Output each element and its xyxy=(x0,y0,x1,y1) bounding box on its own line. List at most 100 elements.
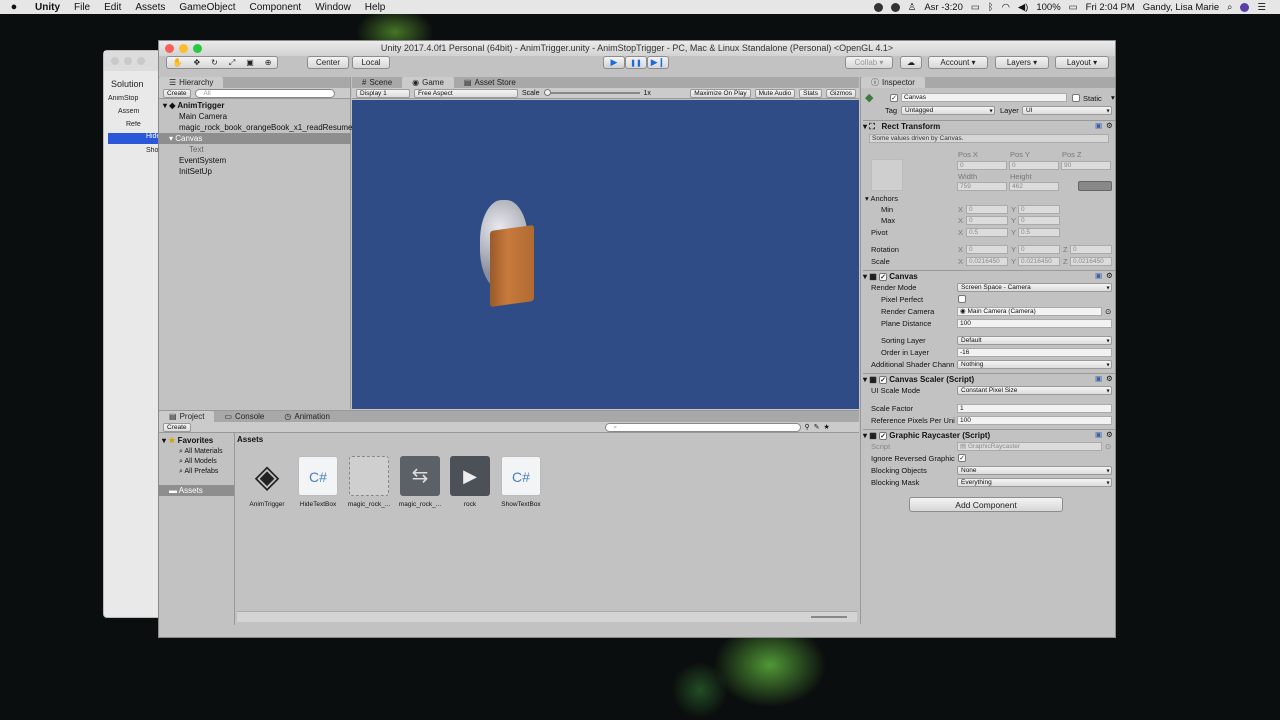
anchor-max-x-field[interactable]: 0 xyxy=(966,216,1008,225)
menu-assets[interactable]: Assets xyxy=(128,2,172,13)
project-create-dropdown[interactable]: Create xyxy=(163,422,191,432)
hierarchy-item-selected[interactable]: ▾ Canvas xyxy=(159,133,351,144)
record-icon[interactable] xyxy=(873,2,883,12)
static-dropdown-arrow[interactable]: ▾ xyxy=(1111,93,1115,102)
reference-pixels-field[interactable]: 100 xyxy=(957,416,1112,425)
rotate-tool-icon[interactable]: ↻ xyxy=(211,58,218,67)
game-viewport[interactable] xyxy=(352,100,859,409)
step-button[interactable]: ▶❙ xyxy=(647,56,669,69)
sorting-layer-dropdown[interactable]: Default xyxy=(957,336,1112,345)
solution-item[interactable]: Refe xyxy=(108,121,164,132)
aspect-dropdown[interactable]: Free Aspect xyxy=(414,88,518,98)
width-field[interactable]: 759 xyxy=(957,182,1007,191)
transform-tool-icon[interactable]: ⊕ xyxy=(265,58,272,67)
solution-item[interactable]: Show xyxy=(108,147,164,158)
object-picker-icon[interactable]: ⊙ xyxy=(1105,307,1111,316)
scale-slider[interactable] xyxy=(543,89,640,96)
hierarchy-item[interactable]: magic_rock_book_orangeBook_x1_readResume xyxy=(159,122,352,133)
help-icon[interactable]: ▣ xyxy=(1095,121,1102,130)
blocking-objects-dropdown[interactable]: None xyxy=(957,466,1112,475)
tab-project[interactable]: ▤ Project xyxy=(159,411,215,422)
solution-item[interactable]: AnimStop xyxy=(108,95,164,106)
wifi-icon[interactable]: ◠ xyxy=(1002,2,1010,13)
solution-item-selected[interactable]: Hide xyxy=(108,133,164,144)
rect-tool-icon[interactable]: ▣ xyxy=(246,58,254,67)
menu-edit[interactable]: Edit xyxy=(97,2,128,13)
maximize-on-play-toggle[interactable]: Maximize On Play xyxy=(690,88,751,98)
layers-dropdown[interactable]: Layers ▾ xyxy=(995,56,1049,69)
rotation-z-field[interactable]: 0 xyxy=(1070,245,1112,254)
gear-icon[interactable]: ⚙ xyxy=(1106,271,1113,280)
render-mode-dropdown[interactable]: Screen Space - Camera xyxy=(957,283,1112,292)
tab-inspector[interactable]: ⓘ Inspector xyxy=(861,77,925,88)
gear-icon[interactable]: ⚙ xyxy=(1106,374,1113,383)
anchor-max-y-field[interactable]: 0 xyxy=(1018,216,1060,225)
gizmos-dropdown[interactable]: Gizmos xyxy=(825,88,856,98)
battery-percent[interactable]: 100% xyxy=(1036,2,1060,13)
canvas-enabled-checkbox[interactable]: ✓ xyxy=(879,273,888,281)
render-camera-field[interactable]: ◉ Main Camera (Camera) xyxy=(957,307,1102,316)
menu-window[interactable]: Window xyxy=(308,2,358,13)
move-tool-icon[interactable]: ✥ xyxy=(193,58,200,67)
active-checkbox[interactable]: ✓ xyxy=(890,94,898,102)
scale-x-field[interactable]: 0.0216450 xyxy=(966,257,1008,266)
pause-button[interactable]: ❚❚ xyxy=(625,56,647,69)
zoom-icon[interactable] xyxy=(193,44,202,53)
scale-z-field[interactable]: 0.0216450 xyxy=(1070,257,1112,266)
raycaster-enabled-checkbox[interactable]: ✓ xyxy=(879,432,888,440)
favorite-star-icon[interactable]: ★ xyxy=(824,423,830,431)
unity-titlebar[interactable]: Unity 2017.4.0f1 Personal (64bit) - Anim… xyxy=(159,41,1115,56)
anchors-foldout[interactable]: ▾ Anchors xyxy=(865,194,898,203)
blueprint-mode-toggle[interactable] xyxy=(1078,181,1112,191)
minimize-icon[interactable] xyxy=(179,44,188,53)
menu-gameobject[interactable]: GameObject xyxy=(172,2,242,13)
pivot-center-button[interactable]: Center xyxy=(307,56,349,69)
play-button[interactable]: ▶ xyxy=(603,56,625,69)
canvas-component-header[interactable]: ▾ ▦ ✓ Canvas xyxy=(863,270,1115,282)
apple-icon[interactable]: ● xyxy=(0,1,28,13)
prayer-time[interactable]: Asr -3:20 xyxy=(924,2,963,13)
hierarchy-item[interactable]: Main Camera xyxy=(159,111,351,122)
pixel-perfect-checkbox[interactable] xyxy=(958,295,966,303)
clock[interactable]: Fri 2:04 PM xyxy=(1086,2,1135,13)
assets-folder[interactable]: ▬ Assets xyxy=(159,485,234,496)
scale-factor-field[interactable]: 1 xyxy=(957,404,1112,413)
scale-slider-thumb[interactable] xyxy=(543,89,551,96)
ignore-reversed-checkbox[interactable]: ✓ xyxy=(958,454,966,462)
tab-scene[interactable]: # Scene xyxy=(352,77,402,88)
help-icon[interactable]: ▣ xyxy=(1095,271,1102,280)
anchor-presets-button[interactable] xyxy=(871,159,903,191)
posx-field[interactable]: 0 xyxy=(957,161,1007,170)
solution-window[interactable]: Solution AnimStop Assem Refe Hide Show xyxy=(103,50,164,618)
asset-item[interactable]: ▶ rock xyxy=(444,456,496,508)
canvas-scaler-header[interactable]: ▾ ▦ ✓ Canvas Scaler (Script) xyxy=(863,373,1115,385)
posy-field[interactable]: 0 xyxy=(1009,161,1059,170)
bluetooth-icon[interactable]: ᛒ xyxy=(988,2,994,13)
asset-item[interactable]: magic_rock_... xyxy=(343,456,395,508)
order-in-layer-field[interactable]: -16 xyxy=(957,348,1112,357)
filter-type-icon[interactable]: ⚲ xyxy=(805,423,810,431)
asset-item[interactable]: C# HideTextBox xyxy=(292,456,344,508)
anchor-min-x-field[interactable]: 0 xyxy=(966,205,1008,214)
notification-icon[interactable] xyxy=(890,2,900,12)
project-breadcrumb[interactable]: Assets xyxy=(237,435,263,444)
tab-asset-store[interactable]: ▤ Asset Store xyxy=(454,77,526,88)
pivot-y-field[interactable]: 0.5 xyxy=(1018,228,1060,237)
height-field[interactable]: 462 xyxy=(1009,182,1059,191)
canvas-scaler-enabled-checkbox[interactable]: ✓ xyxy=(879,376,888,384)
hierarchy-item[interactable]: EventSystem xyxy=(159,155,351,166)
hand-tool-icon[interactable]: ✋ xyxy=(172,58,182,67)
collab-dropdown[interactable]: Collab ▾ xyxy=(845,56,893,69)
zoom-icon[interactable] xyxy=(137,57,145,65)
solution-window-titlebar[interactable] xyxy=(104,51,162,71)
rect-transform-header[interactable]: ▾ ⛶ Rect Transform xyxy=(863,120,1115,132)
mosque-icon[interactable]: ♙ xyxy=(908,2,917,13)
shader-channels-dropdown[interactable]: Nothing xyxy=(957,360,1112,369)
add-component-button[interactable]: Add Component xyxy=(909,497,1063,512)
close-icon[interactable] xyxy=(111,57,119,65)
asset-item[interactable]: ⇆ magic_rock_... xyxy=(394,456,446,508)
scale-y-field[interactable]: 0.0216450 xyxy=(1018,257,1060,266)
siri-icon[interactable] xyxy=(1240,2,1250,12)
asset-item[interactable]: ◈ AnimTrigger xyxy=(241,456,293,508)
account-dropdown[interactable]: Account ▾ xyxy=(928,56,988,69)
